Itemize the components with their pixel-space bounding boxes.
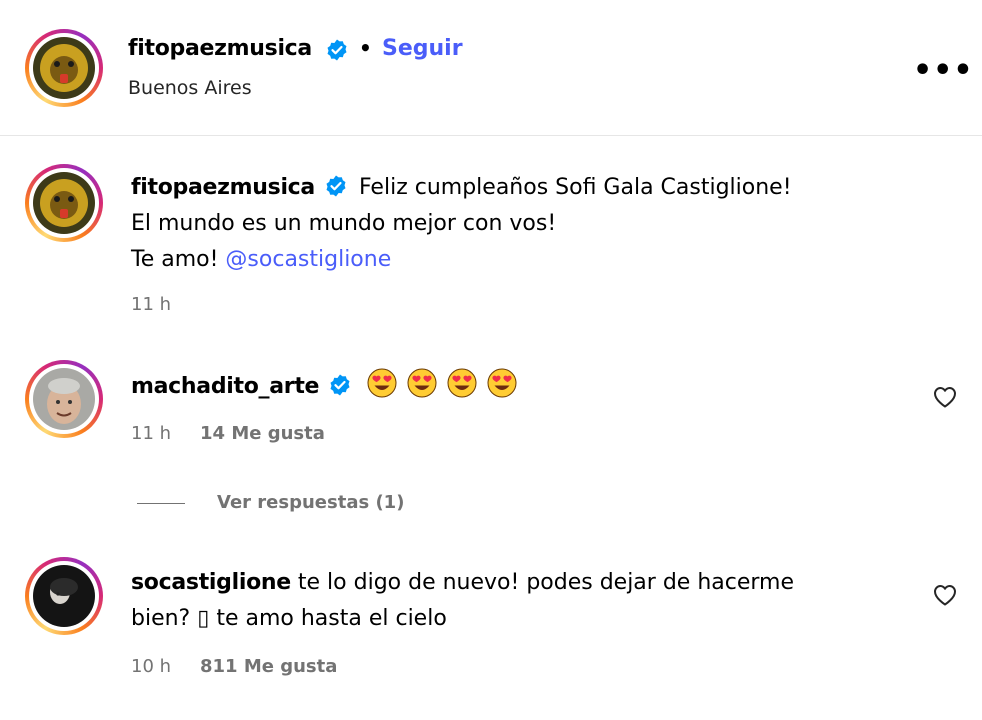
verified-badge-icon xyxy=(327,39,347,61)
header-avatar[interactable] xyxy=(33,37,95,99)
heart-eyes-emoji-icon xyxy=(407,368,437,398)
caption-username[interactable]: fitopaezmusica xyxy=(131,175,315,200)
comment-line-1: socastiglione te lo digo de nuevo! podes… xyxy=(131,565,794,601)
comment-username[interactable]: socastiglione xyxy=(131,570,291,595)
like-heart-icon[interactable] xyxy=(933,584,957,606)
caption-time[interactable]: 11 h xyxy=(131,294,171,315)
header-username[interactable]: fitopaezmusica xyxy=(128,36,312,61)
caption-line-3: Te amo! @socastiglione xyxy=(131,242,391,278)
caption-text-2: El mundo es un mundo mejor con vos! xyxy=(131,211,557,236)
comment-avatar-ring[interactable] xyxy=(25,557,103,635)
heart-eyes-emoji-icon xyxy=(367,368,397,398)
post-header: fitopaezmusica • Seguir Buenos Aires ••• xyxy=(0,0,982,136)
view-replies-button[interactable]: Ver respuestas (1) xyxy=(217,492,404,513)
comment-time[interactable]: 11 h xyxy=(131,423,171,444)
caption-text-1: Feliz cumpleaños Sofi Gala Castiglione! xyxy=(358,175,792,200)
comment-likes[interactable]: 14 Me gusta xyxy=(200,423,325,444)
comment-text-2: bien? ▯ te amo hasta el cielo xyxy=(131,606,447,631)
comment-time[interactable]: 10 h xyxy=(131,656,171,677)
comment-avatar[interactable] xyxy=(33,368,95,430)
comment-avatar[interactable] xyxy=(33,565,95,627)
heart-eyes-emoji-icon xyxy=(447,368,477,398)
comment-username[interactable]: machadito_arte xyxy=(131,374,319,399)
caption-avatar[interactable] xyxy=(33,172,95,234)
comment-line-1: machadito_arte xyxy=(131,368,520,405)
heart-eyes-emoji-icon xyxy=(487,368,517,398)
caption-avatar-ring[interactable] xyxy=(25,164,103,242)
follow-button[interactable]: Seguir xyxy=(382,36,463,61)
mention-link[interactable]: @socastiglione xyxy=(225,247,391,272)
more-options-icon[interactable]: ••• xyxy=(913,56,974,86)
verified-badge-icon xyxy=(330,374,350,396)
comment-likes[interactable]: 811 Me gusta xyxy=(200,656,337,677)
location-link[interactable]: Buenos Aires xyxy=(128,77,252,99)
caption-line-1: fitopaezmusica Feliz cumpleaños Sofi Gal… xyxy=(131,170,792,206)
like-heart-icon[interactable] xyxy=(933,386,957,408)
comment-avatar-ring[interactable] xyxy=(25,360,103,438)
header-avatar-ring[interactable] xyxy=(25,29,103,107)
header-separator: • xyxy=(359,36,372,60)
comment-text-1: te lo digo de nuevo! podes dejar de hace… xyxy=(297,570,794,595)
replies-divider xyxy=(137,503,185,504)
caption-text-3: Te amo! xyxy=(131,247,219,272)
verified-badge-icon xyxy=(326,175,346,197)
